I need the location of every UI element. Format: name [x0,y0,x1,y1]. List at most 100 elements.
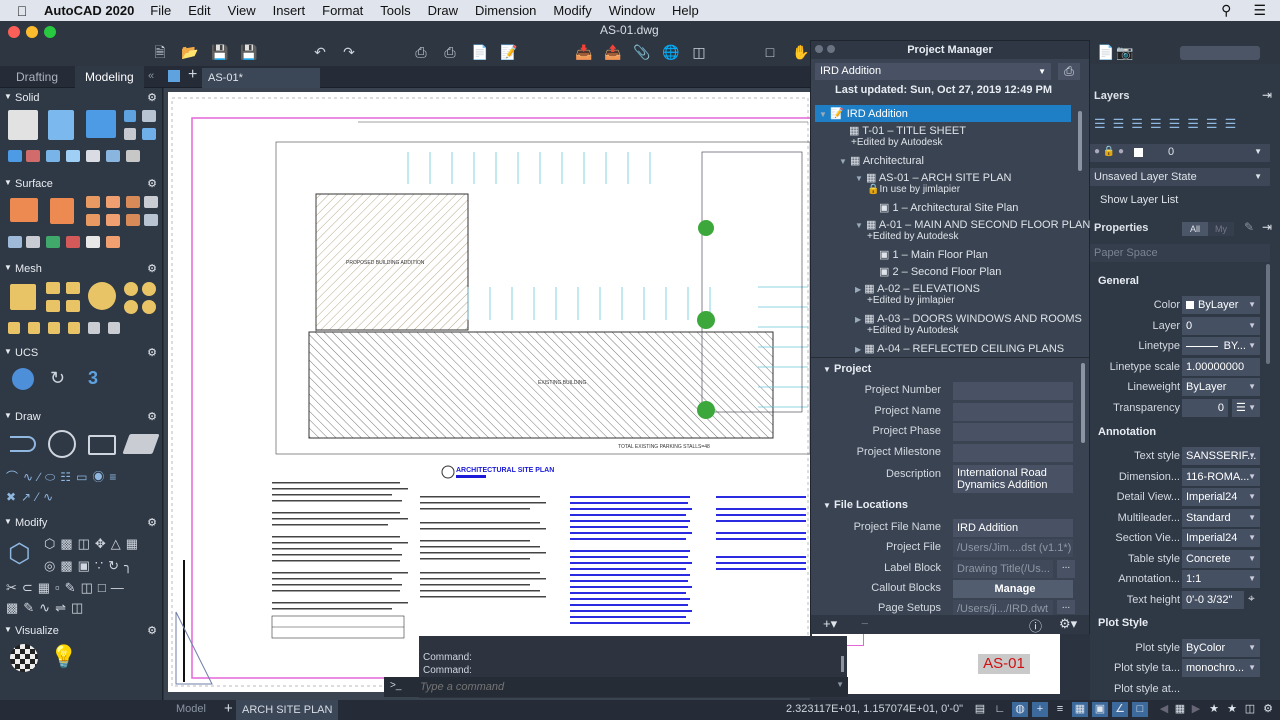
object-type-dropdown[interactable]: Paper Space [1090,244,1270,262]
mesh-smooth-icon[interactable] [46,282,60,294]
app-menu[interactable]: AutoCAD 2020 [44,3,134,18]
current-layer-dropdown[interactable]: ● 🔒 ● 0 ▼ [1090,144,1270,162]
remove-cv-icon[interactable] [66,236,80,248]
section-ucs[interactable]: ▼ UCS ⚙ [0,346,163,362]
grid-icon[interactable]: ▦ [1072,702,1088,717]
draw-tools-row2[interactable]: ✖↗⁄∿ [6,490,96,504]
ucs-rotate-x-icon[interactable]: ↻ [50,368,76,394]
convert-nurbs-icon[interactable] [106,236,120,248]
layout-tool-icon[interactable]: 📄 [1097,44,1114,60]
tree-item-sheet[interactable]: ▶ ▦ A-04 – REFLECTED CEILING PLANS [855,342,1125,355]
mesh-split-icon[interactable] [124,300,138,314]
offset-surface-icon[interactable] [106,196,120,208]
section-plane-icon[interactable] [86,150,100,162]
manage-callout-blocks-button[interactable]: Manage [953,580,1073,598]
auto-scale-icon[interactable]: ★ [1224,702,1240,717]
trim-surface-icon[interactable] [106,214,120,226]
annotation-visibility-icon[interactable]: ★ [1206,702,1222,717]
minimize-panel-button[interactable] [827,45,835,53]
network-surface-icon[interactable] [10,198,38,222]
previous-icon[interactable]: ◀ [1156,702,1172,717]
mesh-extrude-icon[interactable] [142,300,156,314]
circle-icon[interactable] [48,430,76,458]
project-select-dropdown[interactable]: IRD Addition ▼ [815,63,1051,80]
close-window-button[interactable] [8,26,20,38]
section-surface[interactable]: ▼ Surface ⚙ [0,177,163,193]
drawing-grid-icon[interactable] [168,70,180,82]
tree-item-sheet[interactable]: ▼ ▦ AS-01 – ARCH SITE PLAN [855,171,1125,184]
import-icon[interactable]: 📥 [575,44,592,60]
chevron-down-icon[interactable]: ▼ [836,680,844,689]
menu-view[interactable]: View [228,3,256,18]
project-file-field[interactable]: /Users/Jim....dst (v1.1*) [953,539,1073,557]
apple-icon[interactable]:  [0,3,44,19]
wireframe-icon[interactable] [8,150,22,162]
intersect-icon[interactable] [46,150,60,162]
add-plus-icon[interactable]: +▾ [823,616,837,632]
fillet-edge-icon[interactable] [124,128,136,140]
extend-surface-icon[interactable] [126,196,140,208]
compare-icon[interactable]: ◫ [691,44,707,60]
section-solid[interactable]: ▼ Solid ⚙ [0,91,163,107]
project-number-field[interactable] [953,382,1073,400]
tab-drafting[interactable]: Drafting [6,66,68,88]
settings-gear-icon[interactable]: ⚙▾ [1059,616,1077,632]
page-setup-icon[interactable]: 📝 [500,44,517,60]
paper-space-icon[interactable]: ▤ [972,702,988,717]
subtract-icon[interactable] [26,150,40,162]
convert-solid-icon[interactable] [48,322,60,334]
ortho-icon[interactable]: ∟ [992,702,1008,717]
plot-style-table-dropdown[interactable]: monochro... ▼ [1182,659,1260,677]
properties-scrollbar[interactable] [1266,264,1270,364]
tree-scrollbar[interactable] [1078,111,1082,171]
project-file-name-field[interactable]: IRD Addition [953,519,1073,537]
fillet-surface-icon[interactable] [86,214,100,226]
patch-icon[interactable] [86,196,100,208]
ucs-world-icon[interactable] [12,368,34,390]
add-layout-plus-icon[interactable]: + [224,700,233,717]
panel-divider[interactable] [811,357,1089,358]
modify-tools-row1[interactable]: ⬡▩◫✥△▦ [44,536,160,554]
thicken-icon[interactable] [66,150,80,162]
label-block-field[interactable]: Drawing Title(/Us... [953,560,1053,578]
dock-panel-icon[interactable]: ⇥ [1262,88,1272,102]
project-manager-title-bar[interactable]: Project Manager [811,41,1089,59]
menu-window[interactable]: Window [609,3,655,18]
publish-project-icon[interactable]: ⎙ [1058,63,1080,80]
gear-icon[interactable]: ⚙ [147,410,157,423]
presspull-icon[interactable] [124,110,136,122]
mesh-box-icon[interactable] [10,284,36,310]
smooth-less-icon[interactable] [142,282,156,296]
plot-style-dropdown[interactable]: ByColor ▼ [1182,639,1260,657]
tab-model[interactable]: Model [176,703,206,715]
workspace-icon[interactable]: ◫ [1242,702,1258,717]
maximize-window-button[interactable] [44,26,56,38]
mesh-crease-icon[interactable] [46,300,60,312]
section-view-style-dropdown[interactable]: Imperial24 ▼ [1182,529,1260,547]
tab-arch-site-plan[interactable]: ARCH SITE PLAN [236,700,339,720]
gear-icon[interactable]: ⚙ [147,177,157,190]
modify-tools-row4[interactable]: ▩✎∿⇌◫ [6,600,106,618]
menu-format[interactable]: Format [322,3,363,18]
tree-item-subset[interactable]: ▼ ▦ Architectural [839,154,1109,167]
tab-modeling[interactable]: Modeling [75,66,144,88]
object-snap-icon[interactable]: □ [1132,702,1148,717]
gear-icon[interactable]: ⚙ [147,516,157,529]
lineweight-toggle-icon[interactable]: + [1032,702,1048,717]
materials-icon[interactable] [10,644,38,672]
save-icon[interactable]: 💾 [211,44,228,60]
new-tab-plus-icon[interactable]: + [188,66,197,84]
color-dropdown[interactable]: ByLayer ▼ [1182,296,1260,314]
notification-list-icon[interactable]: ☰ [1253,2,1266,19]
user-account-badge[interactable] [1180,46,1260,60]
plot-style-section-header[interactable]: Plot Style [1098,617,1148,629]
command-line[interactable]: >_ ▼ [384,677,848,697]
section-visualize[interactable]: ▼ Visualize ⚙ [0,624,163,640]
3d-move-gizmo-icon[interactable]: ⬡ [8,538,38,568]
section-mesh[interactable]: ▼ Mesh ⚙ [0,262,163,278]
batch-plot-icon[interactable]: ⎙ [442,44,458,60]
camera-tool-icon[interactable]: 📷 [1116,44,1133,60]
convert-surface-icon[interactable] [68,322,80,334]
annotation-scale-dropdown[interactable]: 1:1 ▼ [1182,570,1260,588]
command-prompt-icon[interactable]: >_ [390,680,401,691]
